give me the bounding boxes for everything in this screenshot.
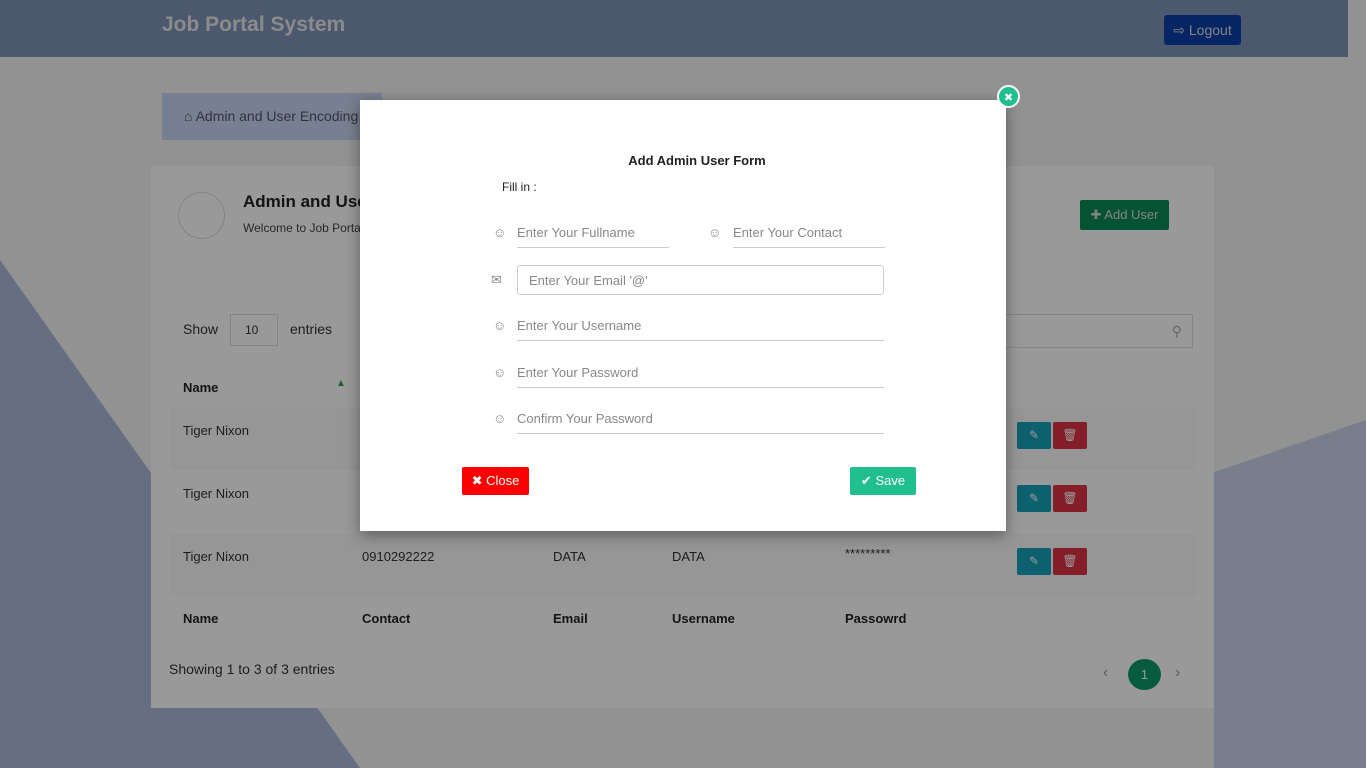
- check-icon: ✔: [860, 473, 876, 488]
- user-icon: ☺: [493, 365, 507, 380]
- envelope-icon: ✉: [491, 272, 502, 287]
- fullname-input[interactable]: [517, 218, 669, 248]
- password-input[interactable]: [517, 358, 884, 388]
- confirm-password-input[interactable]: [517, 404, 884, 434]
- email-input[interactable]: [517, 265, 884, 295]
- add-admin-user-modal: Add Admin User Form Fill in : ☺ ☺ ✉ ☺ ☺ …: [360, 100, 1006, 531]
- fill-in-label: Fill in :: [502, 180, 537, 194]
- username-input[interactable]: [517, 311, 884, 341]
- user-icon: ☺: [493, 225, 507, 240]
- modal-title: Add Admin User Form: [628, 153, 766, 168]
- user-icon: ☺: [493, 411, 507, 426]
- times-icon: ✖: [471, 473, 487, 488]
- save-button[interactable]: ✔ Save: [850, 467, 916, 495]
- contact-input[interactable]: [733, 218, 885, 248]
- user-icon: ☺: [493, 318, 507, 333]
- close-button[interactable]: ✖ Close: [462, 467, 529, 495]
- user-icon: ☺: [708, 225, 722, 240]
- modal-close-icon[interactable]: ✖: [997, 85, 1020, 108]
